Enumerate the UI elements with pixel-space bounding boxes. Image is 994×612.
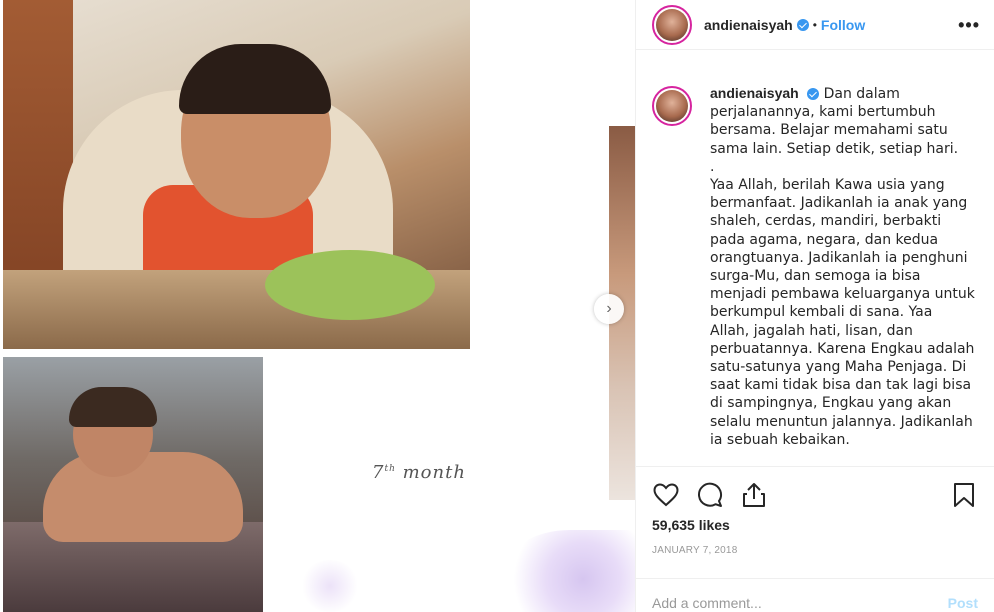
likes-count[interactable]: 59,635 likes — [652, 517, 978, 533]
more-options-icon[interactable]: ••• — [958, 15, 980, 36]
header-username[interactable]: andienaisyah — [704, 17, 793, 33]
follow-button[interactable]: Follow — [821, 17, 865, 33]
month-label: 7th month — [372, 462, 466, 483]
heart-icon — [653, 483, 679, 507]
post-panel: andienaisyah • Follow ••• andienaisyah D… — [635, 0, 994, 612]
post-comment-button[interactable]: Post — [948, 581, 978, 611]
photo-baby-hair — [69, 387, 157, 427]
caption-username[interactable]: andienaisyah — [710, 85, 799, 101]
watercolor-decoration-small — [300, 560, 360, 612]
action-icons — [652, 467, 978, 523]
comment-button[interactable] — [696, 481, 724, 509]
post-media[interactable]: 7th month › — [0, 0, 635, 612]
avatar[interactable] — [652, 4, 692, 45]
carousel-next-button[interactable]: › — [594, 294, 624, 324]
caption-avatar[interactable] — [652, 86, 692, 126]
save-button[interactable] — [950, 481, 978, 509]
month-word: month — [402, 462, 466, 483]
post-date[interactable]: JANUARY 7, 2018 — [652, 545, 978, 556]
post-header: andienaisyah • Follow ••• — [636, 0, 994, 50]
comments-section[interactable]: andienaisyah Dan dalam perjalanannya, ka… — [636, 66, 994, 466]
caption-row: andienaisyah Dan dalam perjalanannya, ka… — [652, 66, 978, 449]
verified-badge-icon — [796, 18, 809, 31]
photo-baby-eating — [3, 0, 470, 349]
caption-body: Dan dalam perjalanannya, kami bertumbuh … — [710, 86, 975, 448]
photo-baby-swimming — [3, 357, 263, 612]
bookmark-icon — [954, 483, 974, 507]
photo-baby-body — [43, 452, 243, 542]
photo-green-bowl — [265, 250, 435, 320]
share-icon — [743, 483, 765, 507]
month-suffix: th — [384, 464, 396, 474]
separator-dot: • — [812, 17, 817, 32]
avatar-image — [656, 90, 688, 122]
post-actions: 59,635 likes JANUARY 7, 2018 — [636, 466, 994, 556]
caption-text: andienaisyah Dan dalam perjalanannya, ka… — [710, 84, 975, 449]
comment-bubble-icon — [698, 482, 722, 507]
watercolor-decoration — [505, 530, 635, 612]
comment-input[interactable] — [652, 580, 948, 611]
avatar-image — [656, 8, 688, 41]
month-number: 7 — [372, 462, 385, 483]
share-button[interactable] — [740, 481, 768, 509]
verified-badge-icon — [807, 88, 820, 100]
comment-box: Post — [636, 578, 994, 612]
like-button[interactable] — [652, 481, 680, 509]
photo-baby-hair — [179, 44, 331, 114]
chevron-right-icon: › — [606, 300, 612, 317]
